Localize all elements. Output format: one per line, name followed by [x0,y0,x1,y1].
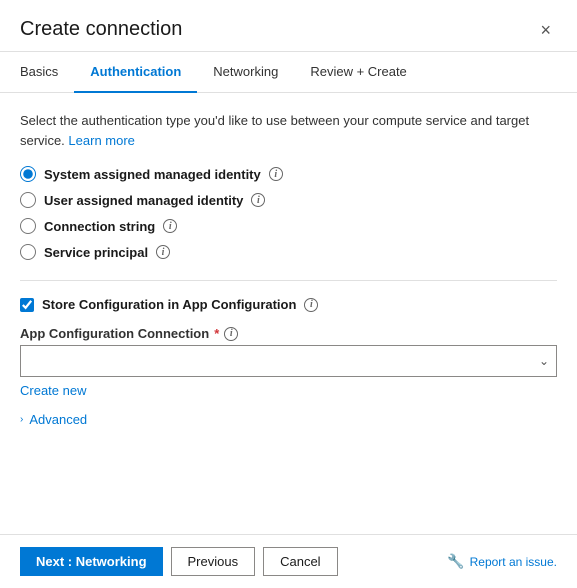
advanced-label: Advanced [29,412,87,427]
radio-connection-string-input[interactable] [20,218,36,234]
app-config-connection-select[interactable] [20,345,557,377]
create-connection-dialog: Create connection × Basics Authenticatio… [0,0,577,588]
divider [20,280,557,281]
radio-system-assigned-input[interactable] [20,166,36,182]
info-icon-system-assigned[interactable]: i [269,167,283,181]
tab-basics[interactable]: Basics [20,52,74,93]
store-config-label: Store Configuration in App Configuration [42,297,296,312]
report-issue-link[interactable]: 🔧 Report an issue. [447,553,557,570]
radio-system-assigned[interactable]: System assigned managed identity i [20,166,557,182]
app-config-label: App Configuration Connection * i [20,326,557,341]
store-config-row: Store Configuration in App Configuration… [20,297,557,312]
radio-connection-string[interactable]: Connection string i [20,218,557,234]
cancel-button[interactable]: Cancel [263,547,337,576]
close-button[interactable]: × [534,19,557,41]
tab-bar: Basics Authentication Networking Review … [0,52,577,93]
tab-networking[interactable]: Networking [197,52,294,93]
tab-authentication[interactable]: Authentication [74,52,197,93]
dialog-header: Create connection × [0,0,577,52]
dialog-body: Select the authentication type you'd lik… [0,93,577,534]
radio-service-principal-input[interactable] [20,244,36,260]
learn-more-link[interactable]: Learn more [68,133,134,148]
previous-button[interactable]: Previous [171,547,256,576]
info-icon-connection-string[interactable]: i [163,219,177,233]
info-icon-user-assigned[interactable]: i [251,193,265,207]
report-issue-text: Report an issue. [470,555,557,569]
info-icon-service-principal[interactable]: i [156,245,170,259]
radio-user-assigned-input[interactable] [20,192,36,208]
info-icon-app-config[interactable]: i [224,327,238,341]
app-config-dropdown-wrapper: ⌄ [20,345,557,377]
dialog-footer: Next : Networking Previous Cancel 🔧 Repo… [0,534,577,588]
required-star: * [214,326,219,341]
create-new-link[interactable]: Create new [20,383,86,398]
footer-left-buttons: Next : Networking Previous Cancel [20,547,338,576]
radio-service-principal[interactable]: Service principal i [20,244,557,260]
auth-radio-group: System assigned managed identity i User … [20,166,557,260]
chevron-right-icon: › [20,414,23,425]
description-text: Select the authentication type you'd lik… [20,111,557,150]
next-button[interactable]: Next : Networking [20,547,163,576]
info-icon-store-config[interactable]: i [304,298,318,312]
store-config-checkbox[interactable] [20,298,34,312]
tab-review-create[interactable]: Review + Create [294,52,422,93]
advanced-section[interactable]: › Advanced [20,412,557,427]
radio-user-assigned[interactable]: User assigned managed identity i [20,192,557,208]
dialog-title: Create connection [20,18,182,41]
report-icon: 🔧 [447,553,464,570]
